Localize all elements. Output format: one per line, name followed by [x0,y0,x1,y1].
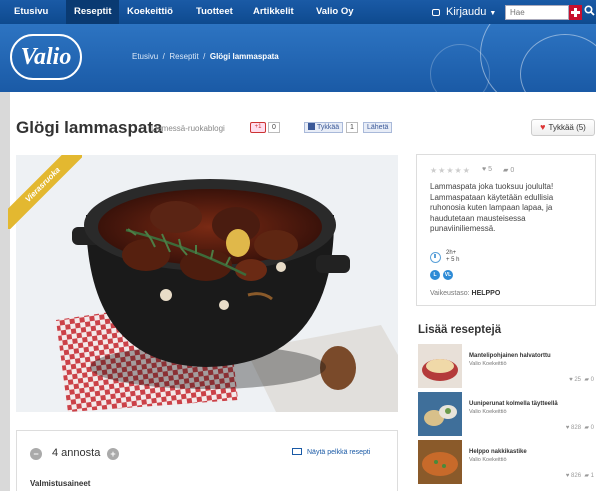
ribbon-label: Vierasruoka [8,155,82,229]
chevron-down-icon: ▼ [489,10,497,17]
recipe-thumbnail[interactable] [418,344,462,388]
diet-badge-lactose-free[interactable]: L [430,270,440,280]
page-title: Glögi lammaspata [16,118,163,137]
recipe-card-stats: ♥ 828 ▰ 0 [565,425,594,431]
plain-recipe-label: Näytä pelkkä resepti [307,449,371,456]
preparation-time: 2h+ + 5 h [446,250,460,264]
brand-header: Valio Etusivu / Reseptit / Glögi lammasp… [0,24,596,92]
guest-recipe-ribbon: Vierasruoka [8,155,82,229]
recipe-card-author: Valio Koekeittiö [469,409,507,415]
recipe-card-author: Valio Koekeittiö [469,361,507,367]
breadcrumb-current: Glögi lammaspata [209,52,279,61]
difficulty-value: HELPPO [471,290,501,297]
recipe-card-likes: 25 [574,377,582,383]
recipe-card-likes: 826 [571,473,582,479]
ingredients-heading: Valmistusaineet [30,479,91,488]
recipe-card-likes: 828 [571,425,582,431]
recipe-card-comments: 0 [590,425,594,431]
diet-badge-low-lactose[interactable]: VL [443,270,453,280]
valio-logo[interactable]: Valio [10,34,82,80]
likes-value: 5 [488,166,493,173]
nav-item-tuotteet[interactable]: Tuotteet [196,0,233,24]
finnish-flag-icon[interactable] [569,5,582,20]
lock-icon [432,9,440,16]
comments-count: ▰ 0 [503,166,514,174]
nav-item-koekeittio[interactable]: Koekeittiö [127,0,173,24]
comments-value: 0 [510,167,515,174]
decrease-servings-button[interactable]: − [30,448,42,460]
time-total: 2h+ [446,250,457,256]
recipe-thumbnail[interactable] [418,392,462,436]
facebook-like-label: Tykkää [317,124,340,131]
recipe-card-stats: ♥ 826 ▰ 1 [565,473,594,479]
more-recipes-heading: Lisää reseptejä [418,324,502,336]
recipe-card[interactable]: Uuniperunat kolmella täytteellä Valio Ko… [418,392,596,436]
nav-item-etusivu[interactable]: Etusivu [14,0,48,24]
login-label: Kirjaudu [446,6,487,18]
heart-icon: ♥ [482,166,487,173]
clock-icon [430,252,441,263]
gplus-button[interactable]: +1 [250,122,266,133]
nav-item-reseptit[interactable]: Reseptit [66,0,120,24]
like-button[interactable]: ♥ Tykkää (5) [531,119,595,136]
recipe-card-comments: 0 [590,377,594,383]
recipe-thumbnail[interactable] [418,440,462,484]
gplus-count: 0 [268,122,280,133]
search-icon[interactable] [582,5,596,20]
like-button-label: Tykkää (5) [548,123,586,132]
plain-recipe-link[interactable]: Näytä pelkkä resepti [292,448,370,456]
facebook-like-count: 1 [346,122,358,133]
breadcrumb: Etusivu / Reseptit / Glögi lammaspata [132,52,279,61]
recipe-card-title[interactable]: Mantelipohjainen halvatorttu [469,353,551,359]
facebook-like-button[interactable]: Tykkää [304,122,344,133]
heart-icon: ♥ [540,122,546,132]
difficulty-label: Vaikeustaso: [430,290,470,297]
recipe-category[interactable]: Liemessä-ruokablogi [151,124,225,133]
rating-stars[interactable]: ★★★★★ [430,166,471,175]
breadcrumb-etusivu[interactable]: Etusivu [132,52,158,61]
time-extra: + 5 h [446,257,460,263]
recipe-card-author: Valio Koekeittiö [469,457,507,463]
recipe-card-title[interactable]: Helppo nakkikastike [469,449,527,455]
nav-item-artikkelit[interactable]: Artikkelit [253,0,294,24]
difficulty: Vaikeustaso: HELPPO [430,290,500,297]
facebook-icon [308,123,315,130]
recipe-description: Lammaspata joka tuoksuu joululta! Lammas… [430,182,554,233]
recipe-card-stats: ♥ 25 ▰ 0 [569,377,594,383]
recipe-card-comments: 1 [590,473,594,479]
increase-servings-button[interactable]: + [107,448,119,460]
recipe-card-title[interactable]: Uuniperunat kolmella täytteellä [469,401,558,407]
breadcrumb-reseptit[interactable]: Reseptit [169,52,198,61]
likes-count: ♥ 5 [482,166,492,173]
facebook-send-button[interactable]: Lähetä [363,122,393,133]
nav-item-valio-oy[interactable]: Valio Oy [316,0,354,24]
servings-label: 4 annosta [52,447,101,459]
login-link[interactable]: Kirjaudu ▼ [432,0,496,24]
recipe-card[interactable]: Mantelipohjainen halvatorttu Valio Koeke… [418,344,596,388]
screen-icon [292,448,302,455]
recipe-card[interactable]: Helppo nakkikastike Valio Koekeittiö ♥ 8… [418,440,596,484]
search-input[interactable] [505,5,569,20]
comment-icon: ▰ [503,167,509,174]
